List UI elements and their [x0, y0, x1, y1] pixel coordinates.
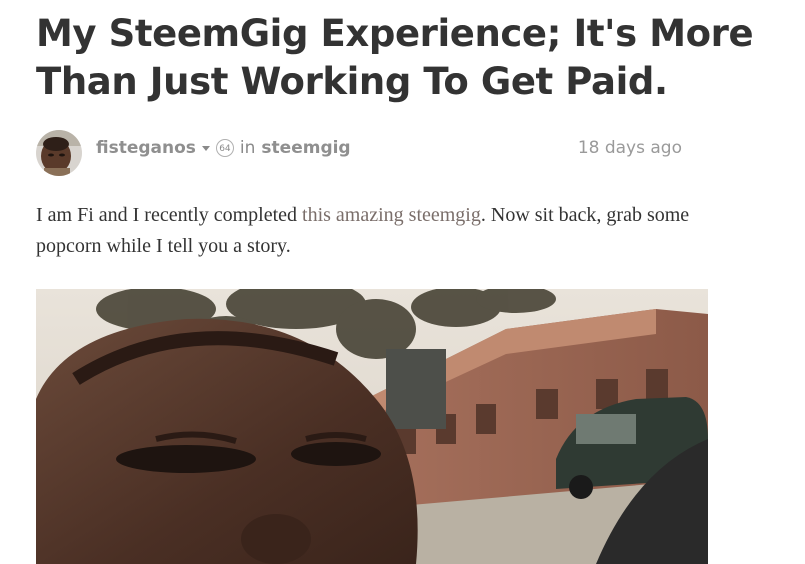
post-image: [36, 289, 708, 564]
post-title: My SteemGig Experience; It's More Than J…: [36, 12, 754, 103]
body-text-intro: I am Fi and I recently completed: [36, 204, 303, 226]
author-avatar[interactable]: [36, 130, 82, 176]
community-link[interactable]: steemgig: [261, 138, 350, 158]
post-body: I am Fi and I recently completed this am…: [36, 200, 716, 262]
reputation-badge: 64: [215, 139, 234, 157]
in-label: in: [239, 138, 256, 158]
post-timestamp[interactable]: 18 days ago: [578, 138, 682, 158]
chevron-down-icon[interactable]: [201, 145, 210, 151]
author-info: fisteganos 64 in steemgig: [96, 138, 351, 158]
steemgig-link[interactable]: this amazing steemgig: [302, 204, 481, 226]
author-link[interactable]: fisteganos: [96, 138, 196, 158]
post-byline: fisteganos 64 in steemgig 18 days ago: [36, 128, 686, 176]
